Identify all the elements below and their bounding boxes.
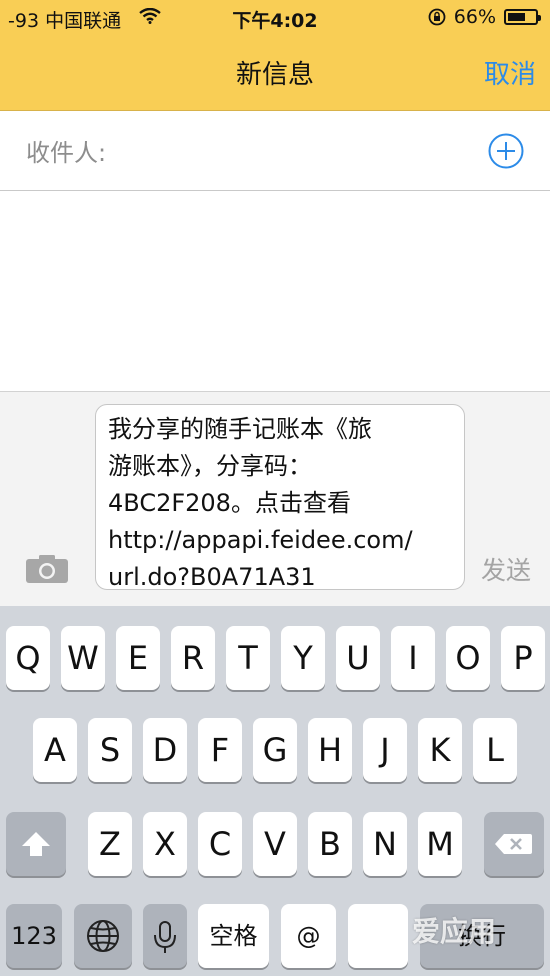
key-i[interactable]: I	[391, 626, 435, 690]
recipient-label: 收件人:	[26, 139, 107, 167]
key-s[interactable]: S	[88, 718, 132, 782]
key-j[interactable]: J	[363, 718, 407, 782]
status-right: 66%	[428, 6, 541, 28]
camera-icon[interactable]	[25, 554, 69, 584]
key-w[interactable]: W	[61, 626, 105, 690]
key-h[interactable]: H	[308, 718, 352, 782]
microphone-icon	[154, 921, 176, 953]
at-key[interactable]: @	[281, 904, 336, 968]
recipient-field[interactable]: 收件人:	[0, 111, 550, 191]
numbers-key[interactable]: 123	[6, 904, 62, 968]
key-k[interactable]: K	[418, 718, 462, 782]
send-button[interactable]: 发送	[481, 551, 531, 587]
key-l[interactable]: L	[473, 718, 517, 782]
key-e[interactable]: E	[116, 626, 160, 690]
key-o[interactable]: O	[446, 626, 490, 690]
page-title: 新信息	[235, 60, 314, 90]
key-g[interactable]: G	[253, 718, 297, 782]
key-c[interactable]: C	[198, 812, 242, 876]
key-x[interactable]: X	[143, 812, 187, 876]
key-r[interactable]: R	[171, 626, 215, 690]
key-n[interactable]: N	[363, 812, 407, 876]
key-q[interactable]: Q	[6, 626, 50, 690]
battery-percent: 66%	[453, 6, 496, 28]
key-b[interactable]: B	[308, 812, 352, 876]
message-input[interactable]: 我分享的随手记账本《旅 游账本》，分享码： 4BC2F208。点击查看 http…	[95, 404, 465, 591]
key-d[interactable]: D	[143, 718, 187, 782]
globe-icon	[87, 920, 119, 952]
battery-icon	[504, 9, 541, 25]
shift-key[interactable]	[6, 812, 66, 876]
status-bar: -93 中国联通 下午4:02 66%	[0, 0, 550, 36]
mic-key[interactable]	[143, 904, 187, 968]
key-v[interactable]: V	[253, 812, 297, 876]
emoji-key[interactable]	[348, 904, 408, 968]
cancel-button[interactable]: 取消	[484, 54, 536, 91]
key-p[interactable]: P	[501, 626, 545, 690]
key-z[interactable]: Z	[88, 812, 132, 876]
watermark-logo: 爱应用	[412, 915, 497, 948]
key-a[interactable]: A	[33, 718, 77, 782]
backspace-icon	[495, 834, 532, 854]
rotation-lock-icon	[428, 8, 446, 26]
key-y[interactable]: Y	[281, 626, 325, 690]
key-u[interactable]: U	[336, 626, 380, 690]
message-text: 我分享的随手记账本《旅 游账本》，分享码： 4BC2F208。点击查看 http…	[108, 415, 413, 591]
globe-key[interactable]	[74, 904, 132, 968]
key-t[interactable]: T	[226, 626, 270, 690]
add-contact-icon[interactable]	[488, 133, 524, 169]
space-key[interactable]: 空格	[198, 904, 269, 968]
key-m[interactable]: M	[418, 812, 462, 876]
top-bar: -93 中国联通 下午4:02 66% 新信息 取消	[0, 0, 550, 111]
shift-icon	[22, 832, 50, 856]
delete-key[interactable]	[484, 812, 544, 876]
key-f[interactable]: F	[198, 718, 242, 782]
